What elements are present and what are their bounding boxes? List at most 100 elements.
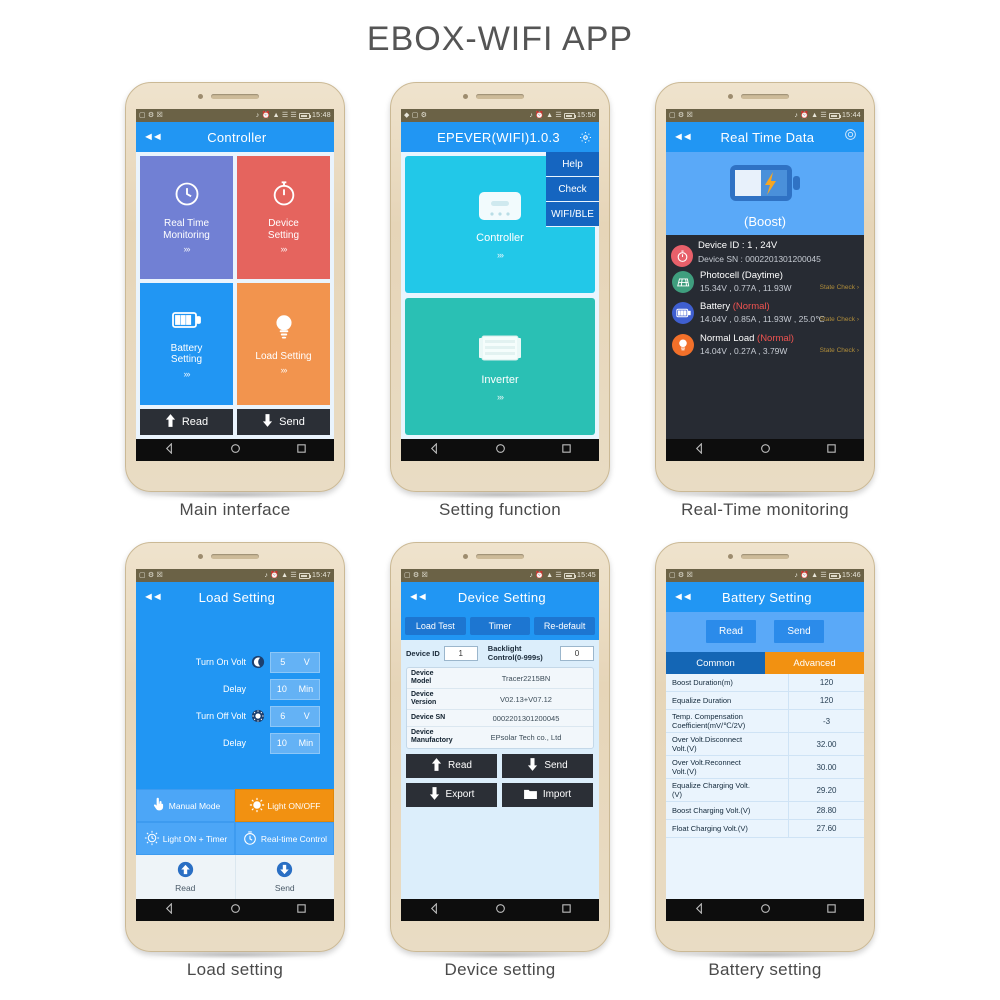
menu-item-wifi-ble[interactable]: WIFI/BLE bbox=[546, 202, 599, 227]
back-nav-icon[interactable] bbox=[694, 441, 705, 459]
value-stepper[interactable]: 6 V bbox=[270, 705, 320, 727]
tab-advanced[interactable]: Advanced bbox=[765, 652, 864, 674]
table-row: Equalize Duration 120 bbox=[666, 692, 864, 710]
read-button[interactable]: Read bbox=[136, 855, 235, 899]
read-button[interactable]: Read bbox=[706, 620, 756, 643]
value-stepper[interactable]: 5 V bbox=[270, 651, 320, 673]
read-button[interactable]: Read bbox=[140, 409, 233, 435]
tile-load-setting[interactable]: Load Setting »› bbox=[237, 282, 330, 405]
phone-screen: ▢ ⚙ ☒ ♪ ⏰ ▲ ☰ 15:44 ◄◄ Real Time Data (B… bbox=[666, 109, 864, 461]
recents-nav-icon[interactable] bbox=[826, 441, 837, 459]
recents-nav-icon[interactable] bbox=[561, 441, 572, 459]
down-arrow-icon bbox=[527, 757, 538, 774]
backlight-control-label: Backlight Control(0-999s) bbox=[487, 644, 543, 662]
gear-icon[interactable] bbox=[579, 131, 592, 144]
down-arrow-icon bbox=[429, 786, 440, 803]
headset-icon: ♪ bbox=[794, 112, 799, 119]
import-button[interactable]: Import bbox=[502, 782, 593, 807]
home-nav-icon[interactable] bbox=[495, 441, 506, 459]
back-nav-icon[interactable] bbox=[164, 441, 175, 459]
app-bar-title: Real Time Data bbox=[720, 129, 815, 145]
tile-inverter[interactable]: Inverter »› bbox=[405, 298, 595, 435]
device-sn-line: Device SN : 0002201301200045 bbox=[698, 254, 821, 264]
value-stepper[interactable]: 10 Min bbox=[270, 732, 320, 754]
back-arrows-icon[interactable]: ◄◄ bbox=[408, 591, 428, 603]
page-title: EBOX-WIFI APP bbox=[366, 20, 634, 58]
battery-icon bbox=[298, 572, 311, 579]
mode-realtime-control[interactable]: Real-time Control bbox=[235, 822, 334, 855]
home-nav-icon[interactable] bbox=[230, 441, 241, 459]
read-button[interactable]: Read bbox=[406, 753, 497, 778]
param-value[interactable]: 29.20 bbox=[788, 779, 864, 801]
home-nav-icon[interactable] bbox=[760, 901, 771, 919]
param-value[interactable]: 27.60 bbox=[788, 820, 864, 837]
app-bar: ◄◄ Real Time Data bbox=[666, 122, 864, 152]
back-nav-icon[interactable] bbox=[694, 901, 705, 919]
tab-re-default[interactable]: Re-default bbox=[534, 617, 596, 635]
mode-label: Light ON/OFF bbox=[267, 800, 321, 811]
tile-row-bottom: Battery Setting »› Load Setting »› bbox=[140, 282, 330, 405]
tab-load-test[interactable]: Load Test bbox=[405, 617, 466, 635]
back-arrows-icon[interactable]: ◄◄ bbox=[143, 591, 163, 603]
back-nav-icon[interactable] bbox=[164, 901, 175, 919]
down-arrow-circle-icon bbox=[276, 861, 293, 880]
param-value[interactable]: 30.00 bbox=[788, 756, 864, 778]
recents-nav-icon[interactable] bbox=[826, 901, 837, 919]
param-value[interactable]: 32.00 bbox=[788, 733, 864, 755]
backlight-control-input[interactable]: 0 bbox=[560, 646, 594, 662]
send-button[interactable]: Send bbox=[234, 855, 335, 899]
front-camera-icon bbox=[463, 554, 468, 559]
realtime-row-load[interactable]: Normal Load (Normal) 14.04V , 0.27A , 3.… bbox=[666, 329, 864, 360]
battery-parameter-table: Boost Duration(m) 120 Equalize Duration … bbox=[666, 674, 864, 899]
menu-item-check[interactable]: Check bbox=[546, 177, 599, 202]
signal-icon: ☰ bbox=[820, 572, 827, 579]
recents-nav-icon[interactable] bbox=[561, 901, 572, 919]
device-id-label: Device ID bbox=[406, 649, 440, 659]
export-button[interactable]: Export bbox=[406, 782, 497, 807]
wifi-icon: ▲ bbox=[281, 572, 289, 579]
home-nav-icon[interactable] bbox=[760, 441, 771, 459]
home-nav-icon[interactable] bbox=[230, 901, 241, 919]
tile-device-setting[interactable]: Device Setting »› bbox=[237, 156, 330, 279]
device-id-input[interactable]: 1 bbox=[443, 646, 478, 662]
realtime-row-battery[interactable]: Battery (Normal) 14.04V , 0.85A , 11.93W… bbox=[666, 297, 864, 329]
tile-real-time-monitoring[interactable]: Real Time Monitoring »› bbox=[140, 156, 233, 279]
menu-item-help[interactable]: Help bbox=[546, 152, 599, 177]
tile-label: Battery Setting bbox=[170, 342, 203, 366]
param-value[interactable]: -3 bbox=[788, 710, 864, 732]
state-check-link[interactable]: State Check › bbox=[820, 284, 859, 291]
tile-battery-setting[interactable]: Battery Setting »› bbox=[140, 282, 233, 405]
mode-light-on-timer[interactable]: Light ON + Timer bbox=[136, 822, 235, 855]
recents-nav-icon[interactable] bbox=[296, 441, 307, 459]
earpiece-speaker bbox=[211, 554, 259, 559]
row-state: (Normal) bbox=[757, 333, 794, 344]
back-nav-icon[interactable] bbox=[429, 901, 440, 919]
back-arrows-icon[interactable]: ◄◄ bbox=[673, 591, 693, 603]
back-nav-icon[interactable] bbox=[429, 441, 440, 459]
state-check-link[interactable]: State Check › bbox=[820, 347, 859, 354]
home-nav-icon[interactable] bbox=[495, 901, 506, 919]
back-arrows-icon[interactable]: ◄◄ bbox=[143, 131, 163, 143]
headset-icon: ♪ bbox=[255, 112, 260, 119]
param-value[interactable]: 28.80 bbox=[788, 802, 864, 819]
send-button[interactable]: Send bbox=[237, 409, 330, 435]
back-arrows-icon[interactable]: ◄◄ bbox=[673, 131, 693, 143]
phone-caption: Device setting bbox=[444, 960, 556, 979]
refresh-icon[interactable] bbox=[844, 128, 857, 146]
mode-manual[interactable]: Manual Mode bbox=[136, 789, 235, 822]
mode-light-on-off[interactable]: Light ON/OFF bbox=[235, 789, 334, 822]
param-value[interactable]: 120 bbox=[788, 674, 864, 691]
realtime-row-photocell[interactable]: Photocell (Daytime) 15.34V , 0.77A , 11.… bbox=[666, 266, 864, 297]
param-value[interactable]: 120 bbox=[788, 692, 864, 709]
tab-common[interactable]: Common bbox=[666, 652, 765, 674]
recents-nav-icon[interactable] bbox=[296, 901, 307, 919]
send-button[interactable]: Send bbox=[502, 753, 593, 778]
send-button[interactable]: Send bbox=[774, 620, 824, 643]
alarm-icon: ⏰ bbox=[270, 572, 280, 579]
table-row: Over Volt.Disconnect Volt.(V) 32.00 bbox=[666, 733, 864, 756]
value-stepper[interactable]: 10 Min bbox=[270, 678, 320, 700]
field-value: 10 bbox=[276, 738, 287, 748]
chevron-right-icon: »› bbox=[280, 244, 287, 255]
tab-timer[interactable]: Timer bbox=[469, 617, 531, 635]
state-check-link[interactable]: State Check › bbox=[820, 316, 859, 323]
